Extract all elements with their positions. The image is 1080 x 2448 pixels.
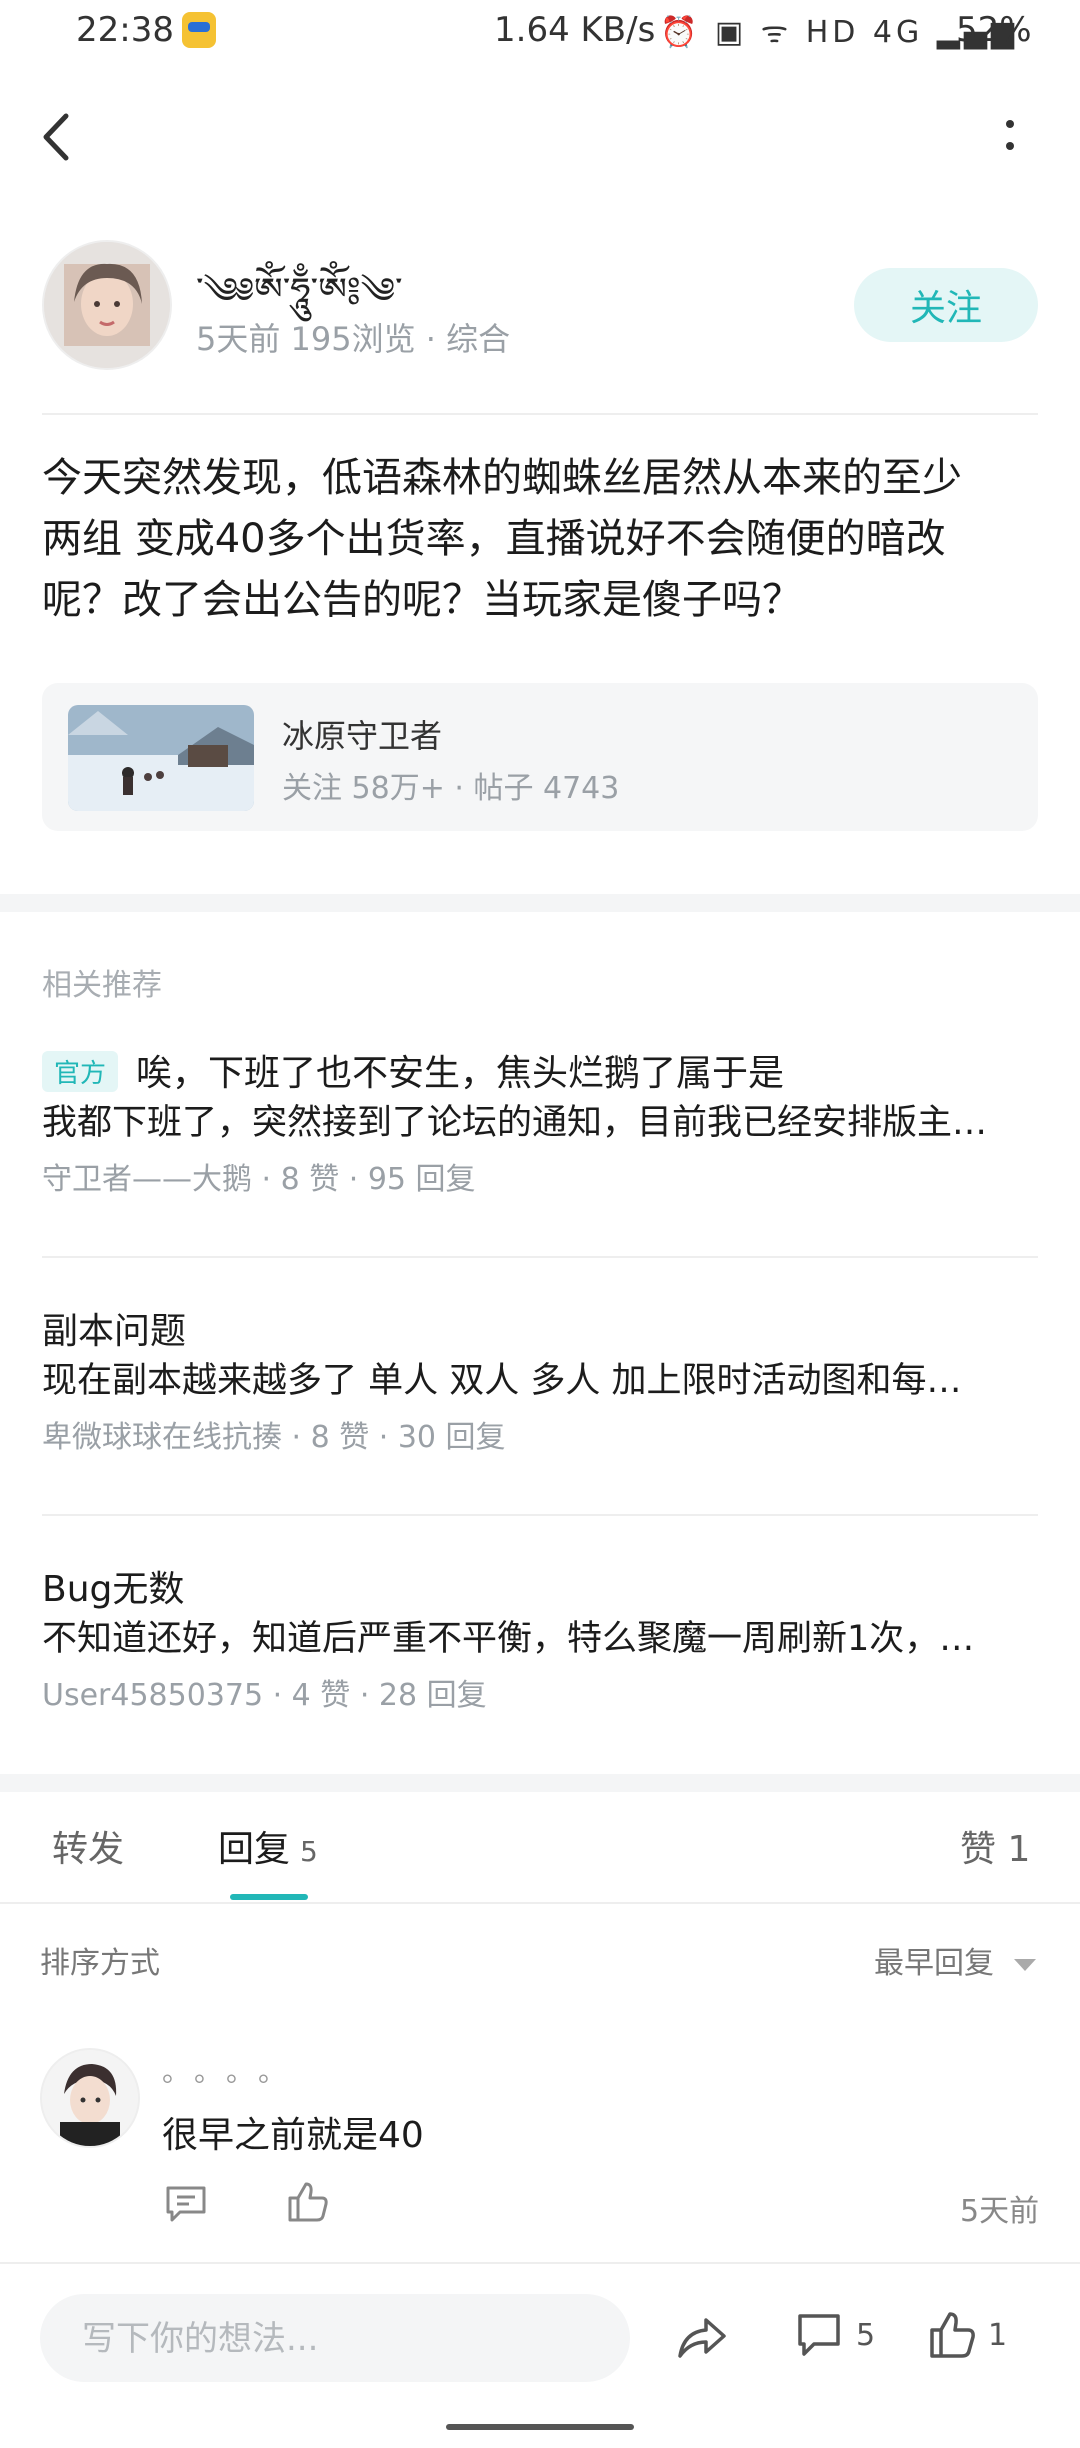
- game-thumbnail: [68, 705, 254, 811]
- divider: [0, 2262, 1080, 2264]
- sort-selected: 最早回复: [874, 1946, 994, 1981]
- related-post-item[interactable]: 副本问题 现在副本越来越多了 单人 双人 多人 加上限时活动图和每… 卑微球球在…: [42, 1302, 1038, 1542]
- comment-icon[interactable]: [796, 2312, 842, 2358]
- active-tab-indicator: [230, 1894, 308, 1900]
- sort-label: 排序方式: [40, 1946, 160, 1981]
- battery-level: 52%: [956, 10, 1032, 50]
- related-section-title: 相关推荐: [42, 968, 162, 1003]
- comment-text: 很早之前就是40: [162, 2115, 424, 2156]
- comment-input[interactable]: [80, 2294, 604, 2384]
- commenter-avatar[interactable]: [40, 2048, 140, 2148]
- divider: [42, 1514, 1038, 1516]
- post-line: 今天突然发现，低语森林的蜘蛛丝居然从本来的至少: [42, 455, 962, 501]
- home-indicator[interactable]: [446, 2424, 634, 2430]
- thumbs-up-icon[interactable]: [286, 2180, 330, 2224]
- triangle-down-icon: [1013, 1958, 1036, 1971]
- tab-like[interactable]: 赞 1: [960, 1820, 1030, 1872]
- game-name: 冰原守卫者: [282, 717, 443, 755]
- related-post-item[interactable]: 官方 唉，下班了也不安生，焦头烂鹅了属于是 我都下班了，突然接到了论坛的通知，目前…: [42, 1044, 1038, 1284]
- divider: [0, 1902, 1080, 1904]
- tab-forward[interactable]: 转发: [52, 1820, 124, 1872]
- follow-button[interactable]: 关注: [854, 268, 1038, 342]
- app-notification-icon: [182, 12, 216, 48]
- share-icon[interactable]: [676, 2312, 728, 2364]
- reply-icon[interactable]: [164, 2184, 208, 2224]
- like-count: 1: [988, 2318, 1008, 2353]
- related-post-excerpt: 现在副本越来越多了 单人 双人 多人 加上限时活动图和每…: [42, 1361, 962, 1401]
- game-community-card[interactable]: 冰原守卫者 关注 58万+ · 帖子 4743: [42, 683, 1038, 831]
- game-stats: 关注 58万+ · 帖子 4743: [282, 771, 620, 806]
- author-avatar[interactable]: [42, 240, 172, 370]
- post-line: 呢？改了会出公告的呢？当玩家是傻子吗？: [42, 577, 802, 623]
- comment-time: 5天前: [960, 2194, 1040, 2229]
- section-separator: [0, 894, 1080, 912]
- related-post-excerpt: 不知道还好，知道后严重不平衡，特么聚魔一周刷新1次，…: [42, 1619, 975, 1659]
- related-post-title: 官方 唉，下班了也不安生，焦头烂鹅了属于是: [42, 1044, 784, 1096]
- post-meta: 5天前 195浏览 · 综合: [196, 320, 511, 358]
- related-post-excerpt: 我都下班了，突然接到了论坛的通知，目前我已经安排版主…: [42, 1103, 988, 1143]
- tab-reply[interactable]: 回复 5: [218, 1820, 318, 1872]
- official-badge: 官方: [42, 1050, 119, 1092]
- tab-reply-label: 回复: [218, 1829, 291, 1870]
- back-icon[interactable]: [36, 110, 80, 164]
- sort-dropdown[interactable]: 最早回复: [874, 1938, 1036, 1982]
- related-post-meta: User45850375 · 4 赞 · 28 回复: [42, 1678, 487, 1713]
- related-post-meta: 守卫者——大鹅 · 8 赞 · 95 回复: [42, 1162, 476, 1197]
- status-bar: 22:38 1.64 KB/s ⏰ ▣ ᯤ HD 4G ▂▄▆ 52%: [0, 0, 1080, 66]
- comment-count: 5: [856, 2318, 876, 2353]
- divider: [42, 1256, 1038, 1258]
- related-title-text: 唉，下班了也不安生，焦头烂鹅了属于是: [136, 1053, 785, 1094]
- section-separator: [0, 1774, 1080, 1792]
- related-post-meta: 卑微球球在线抗揍 · 8 赞 · 30 回复: [42, 1420, 506, 1455]
- network-speed: 1.64 KB/s: [494, 10, 656, 50]
- clock: 22:38: [76, 10, 174, 50]
- commenter-name[interactable]: 。。。。: [162, 2050, 304, 2090]
- post-content: 今天突然发现，低语森林的蜘蛛丝居然从本来的至少 两组 变成40多个出货率，直播说…: [42, 448, 1042, 631]
- more-options-icon[interactable]: [992, 116, 1028, 162]
- related-post-item[interactable]: Bug无数 不知道还好，知道后严重不平衡，特么聚魔一周刷新1次，… User45…: [42, 1560, 1038, 1800]
- tab-reply-count: 5: [300, 1835, 318, 1868]
- related-post-title: 副本问题: [42, 1311, 187, 1352]
- divider: [42, 413, 1038, 415]
- comment-input-container[interactable]: [40, 2294, 630, 2384]
- post-line: 两组 变成40多个出货率，直播说好不会随便的暗改: [42, 516, 946, 562]
- thumbs-up-icon[interactable]: [928, 2310, 976, 2360]
- related-post-title: Bug无数: [42, 1569, 185, 1610]
